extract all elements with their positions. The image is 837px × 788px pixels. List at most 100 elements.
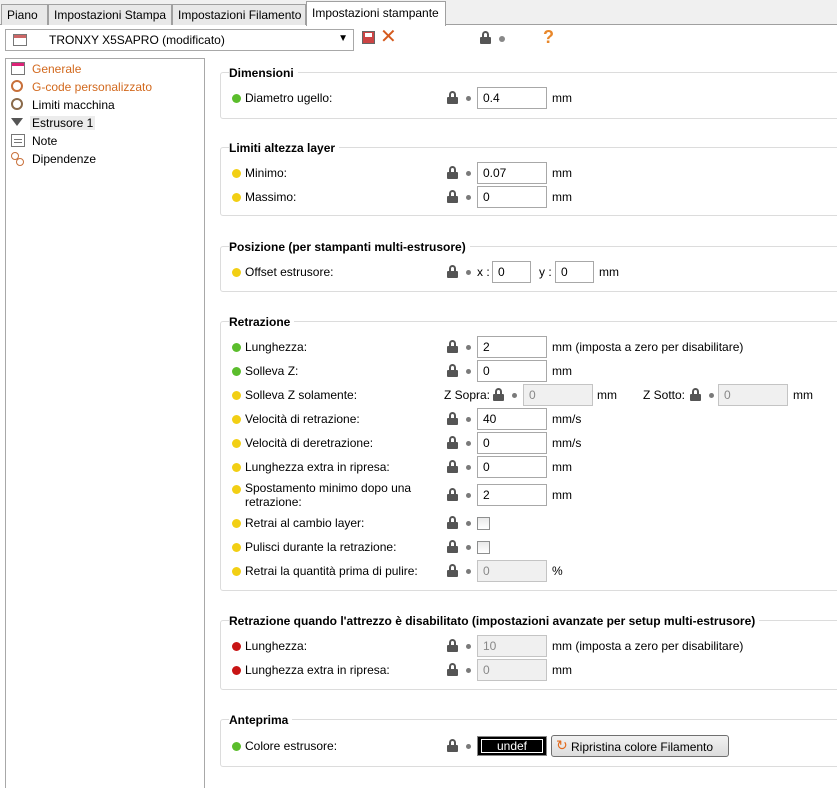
unit-label: mm: [793, 388, 813, 402]
retract-before-wipe-field[interactable]: 0: [477, 560, 547, 582]
row-label: Lunghezza:: [245, 639, 308, 653]
help-icon[interactable]: ?: [543, 27, 554, 47]
z-above-field[interactable]: 0: [523, 384, 593, 406]
dot-icon[interactable]: [466, 744, 471, 749]
extruder-color-swatch[interactable]: undef: [477, 736, 547, 756]
dot-icon[interactable]: [499, 36, 505, 42]
chevron-down-icon: ▼: [338, 33, 348, 44]
status-dot: [232, 463, 241, 472]
status-dot: [232, 543, 241, 552]
reset-filament-color-button[interactable]: ↻ Ripristina colore Filamento: [551, 735, 729, 757]
settings-tree: Generale G-code personalizzato Limiti ma…: [5, 58, 205, 788]
page-icon: [11, 62, 25, 75]
toolchange-length-field[interactable]: 10: [477, 635, 547, 657]
row-label: Massimo:: [245, 190, 297, 204]
lock-icon[interactable]: [447, 91, 458, 104]
tab-piano[interactable]: Piano: [1, 4, 48, 25]
lock-icon[interactable]: [447, 564, 458, 577]
lock-icon[interactable]: [447, 436, 458, 449]
lock-icon[interactable]: [447, 190, 458, 203]
unit-label: mm: [552, 190, 572, 204]
tree-item-label: G-code personalizzato: [32, 80, 153, 94]
dot-icon[interactable]: [466, 668, 471, 673]
group-title: Retrazione quando l'attrezzo è disabilit…: [229, 614, 760, 628]
deretraction-speed-field[interactable]: 0: [477, 432, 547, 454]
dot-icon[interactable]: [466, 521, 471, 526]
status-dot: [232, 415, 241, 424]
dot-icon[interactable]: [466, 96, 471, 101]
lock-icon[interactable]: [447, 412, 458, 425]
lock-icon[interactable]: [447, 540, 458, 553]
status-dot: [232, 742, 241, 751]
dot-icon[interactable]: [466, 644, 471, 649]
z-below-field[interactable]: 0: [718, 384, 788, 406]
tab-bar: Piano Impostazioni Stampa Impostazioni F…: [0, 0, 837, 26]
lock-icon[interactable]: [447, 460, 458, 473]
row-label: Diametro ugello:: [245, 91, 333, 105]
row-label: Offset estrusore:: [245, 265, 334, 279]
min-layer-field[interactable]: 0.07: [477, 162, 547, 184]
dot-icon[interactable]: [466, 545, 471, 550]
status-dot: [232, 193, 241, 202]
dot-icon[interactable]: [466, 441, 471, 446]
tree-item-label: Note: [32, 134, 58, 148]
lock-icon[interactable]: [480, 31, 491, 44]
group-title: Posizione (per stampanti multi-estrusore…: [229, 240, 470, 254]
delete-icon[interactable]: ✕: [380, 27, 397, 47]
lock-icon[interactable]: [447, 639, 458, 652]
offset-x-field[interactable]: 0: [492, 261, 531, 283]
unit-label: mm (imposta a zero per disabilitare): [552, 639, 744, 653]
dot-icon[interactable]: [466, 270, 471, 275]
dot-icon[interactable]: [466, 417, 471, 422]
tab-impostazioni-filamento[interactable]: Impostazioni Filamento: [172, 4, 306, 25]
undo-icon: ↻: [556, 737, 568, 753]
offset-y-field[interactable]: 0: [555, 261, 594, 283]
unit-label: mm: [599, 265, 619, 279]
dot-icon[interactable]: [466, 345, 471, 350]
row-label: Velocità di deretrazione:: [245, 436, 374, 450]
funnel-icon: [11, 118, 23, 126]
row-label: Colore estrusore:: [245, 739, 338, 753]
status-dot: [232, 343, 241, 352]
lock-icon[interactable]: [447, 265, 458, 278]
retraction-length-field[interactable]: 2: [477, 336, 547, 358]
swatch-label: undef: [481, 739, 543, 753]
tab-impostazioni-stampa[interactable]: Impostazioni Stampa: [48, 4, 172, 25]
lock-icon[interactable]: [447, 739, 458, 752]
unit-label: mm: [552, 488, 572, 502]
max-layer-field[interactable]: 0: [477, 186, 547, 208]
y-label: y :: [539, 265, 552, 279]
lock-icon[interactable]: [447, 663, 458, 676]
lock-icon[interactable]: [493, 388, 504, 401]
dot-icon[interactable]: [466, 569, 471, 574]
save-icon[interactable]: [362, 31, 375, 44]
dot-icon[interactable]: [466, 465, 471, 470]
row-label: Lunghezza extra in ripresa:: [245, 460, 390, 474]
nozzle-diameter-field[interactable]: 0.4: [477, 87, 547, 109]
lock-icon[interactable]: [690, 388, 701, 401]
dot-icon[interactable]: [466, 493, 471, 498]
lock-icon[interactable]: [447, 340, 458, 353]
retraction-speed-field[interactable]: 40: [477, 408, 547, 430]
lock-icon[interactable]: [447, 364, 458, 377]
row-label: Solleva Z solamente:: [245, 388, 358, 402]
retract-layer-change-checkbox[interactable]: [477, 517, 490, 530]
extra-restart-field[interactable]: 0: [477, 456, 547, 478]
lift-z-field[interactable]: 0: [477, 360, 547, 382]
lock-icon[interactable]: [447, 516, 458, 529]
min-travel-field[interactable]: 2: [477, 484, 547, 506]
unit-label: mm/s: [552, 436, 582, 450]
preset-select[interactable]: TRONXY X5SAPRO (modificato) ▼: [5, 29, 354, 51]
dot-icon[interactable]: [512, 393, 517, 398]
dot-icon[interactable]: [466, 171, 471, 176]
toolchange-extra-field[interactable]: 0: [477, 659, 547, 681]
tab-impostazioni-stampante[interactable]: Impostazioni stampante: [306, 1, 446, 26]
lock-icon[interactable]: [447, 488, 458, 501]
tree-item-label: Generale: [32, 62, 82, 76]
dot-icon[interactable]: [466, 369, 471, 374]
gear-icon: [11, 98, 23, 110]
wipe-checkbox[interactable]: [477, 541, 490, 554]
dot-icon[interactable]: [709, 393, 714, 398]
lock-icon[interactable]: [447, 166, 458, 179]
dot-icon[interactable]: [466, 195, 471, 200]
